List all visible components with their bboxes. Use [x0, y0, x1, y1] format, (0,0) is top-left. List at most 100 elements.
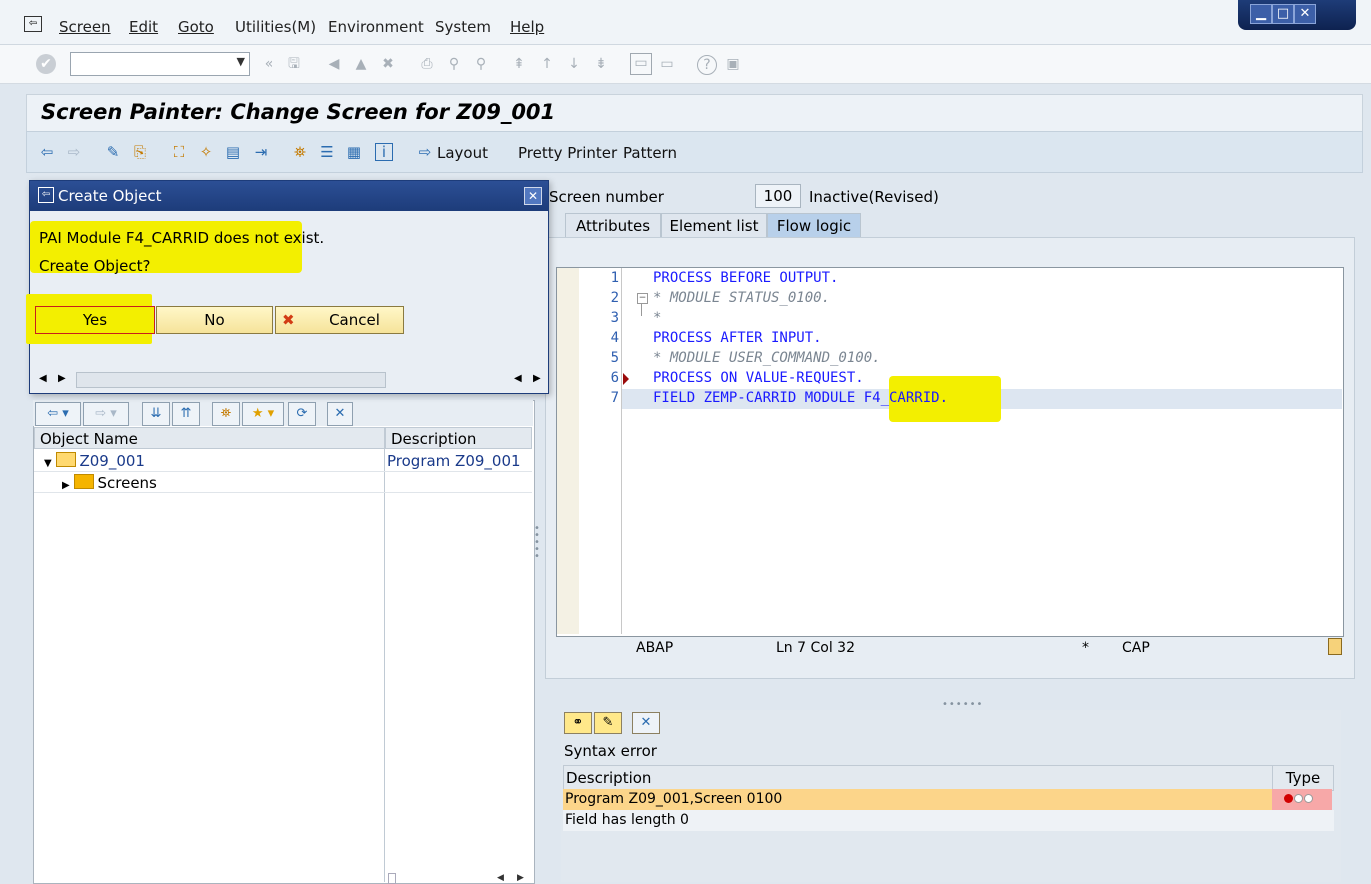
- find-next-icon[interactable]: ⚲: [472, 55, 490, 73]
- collapse-all-icon[interactable]: ⇈: [172, 402, 200, 426]
- close-tree-icon[interactable]: ✕: [327, 402, 353, 426]
- minimize-button[interactable]: ▁: [1250, 4, 1272, 24]
- forward-arrow-icon[interactable]: ⇨: [65, 143, 83, 161]
- exit-icon[interactable]: ▲: [352, 55, 370, 73]
- col-header-description[interactable]: Description: [563, 765, 1274, 791]
- prev-page-icon[interactable]: ↑: [538, 55, 556, 73]
- activate-icon[interactable]: ✧: [197, 143, 215, 161]
- test-icon[interactable]: ▤: [224, 143, 242, 161]
- layout-menu-icon[interactable]: ▣: [724, 55, 742, 73]
- favorites-icon[interactable]: ★ ▾: [242, 402, 284, 426]
- tree-back-icon[interactable]: ⇦ ▾: [35, 402, 81, 426]
- title-bar: Screen Painter: Change Screen for Z09_00…: [26, 94, 1363, 132]
- no-button[interactable]: No: [156, 306, 273, 334]
- scroll-left-icon[interactable]: ◀: [39, 373, 47, 384]
- layout-button[interactable]: Layout: [437, 144, 488, 162]
- code-editor[interactable]: [556, 267, 1344, 637]
- col-header-description[interactable]: Description: [385, 427, 532, 449]
- menu-edit[interactable]: Edit: [129, 18, 158, 36]
- shortcut-icon[interactable]: ▭: [658, 55, 676, 73]
- help-icon[interactable]: ?: [697, 55, 717, 75]
- refresh-icon[interactable]: ⟳: [288, 402, 316, 426]
- enter-icon[interactable]: ✔: [36, 54, 56, 74]
- next-page-icon[interactable]: ↓: [565, 55, 583, 73]
- menu-utilities[interactable]: Utilities(M): [235, 18, 316, 36]
- dialog-message: PAI Module F4_CARRID does not exist.: [39, 229, 325, 247]
- tab-flow-logic[interactable]: Flow logic: [767, 213, 861, 238]
- col-header-object-name[interactable]: Object Name: [34, 427, 385, 449]
- tab-attributes[interactable]: Attributes: [565, 213, 661, 238]
- find-icon[interactable]: ⚲: [445, 55, 463, 73]
- pattern-button[interactable]: Pattern: [623, 144, 677, 162]
- yes-button[interactable]: Yes: [35, 306, 155, 334]
- menu-icon[interactable]: ⇦: [24, 16, 42, 32]
- status-language: ABAP: [636, 640, 674, 656]
- cancel-button[interactable]: ✖ Cancel: [275, 306, 404, 334]
- info-icon[interactable]: i: [375, 143, 393, 161]
- menu-help[interactable]: Help: [510, 18, 544, 36]
- scrollbar-thumb[interactable]: [76, 372, 386, 388]
- command-field[interactable]: ▼: [70, 52, 250, 76]
- chevron-down-icon[interactable]: ▼: [237, 55, 245, 68]
- new-session-icon[interactable]: ▭: [630, 53, 652, 75]
- close-panel-icon[interactable]: ✕: [632, 712, 660, 734]
- column-divider: [384, 449, 385, 882]
- expanded-triangle-icon[interactable]: ▼: [44, 458, 52, 469]
- clipboard-icon[interactable]: [1328, 638, 1342, 655]
- col-header-type[interactable]: Type: [1272, 765, 1334, 791]
- status-caps: CAP: [1122, 640, 1150, 656]
- glasses-icon[interactable]: ⚭: [564, 712, 592, 734]
- scroll-right-icon[interactable]: ▶: [58, 373, 66, 384]
- print-icon[interactable]: ⎙: [418, 55, 436, 73]
- line-number: 2: [610, 290, 619, 306]
- back-icon[interactable]: ◀: [325, 55, 343, 73]
- collapsed-triangle-icon[interactable]: ▶: [62, 480, 70, 491]
- hierarchy-icon[interactable]: ⛯: [212, 402, 240, 426]
- double-left-icon: «: [264, 56, 274, 72]
- code-line: PROCESS AFTER INPUT.: [653, 330, 822, 346]
- expand-all-icon[interactable]: ⇊: [142, 402, 170, 426]
- save-icon[interactable]: 🖫: [285, 55, 303, 73]
- scrollbar-thumb[interactable]: [388, 873, 396, 884]
- where-used-icon[interactable]: ⇥: [252, 143, 270, 161]
- tab-element-list[interactable]: Element list: [661, 213, 767, 238]
- last-page-icon[interactable]: ⇟: [592, 55, 610, 73]
- close-window-button[interactable]: ✕: [1294, 4, 1316, 24]
- display-object-list-icon[interactable]: ▦: [345, 143, 363, 161]
- screen-status: Inactive(Revised): [809, 188, 939, 206]
- back-arrow-icon[interactable]: ⇦: [38, 143, 56, 161]
- create-object-dialog: ⇦ Create Object ✕ PAI Module F4_CARRID d…: [26, 180, 549, 394]
- tree-header: Object Name Description: [34, 427, 532, 449]
- object-list-icon[interactable]: ⛯: [291, 143, 309, 161]
- menu-screen[interactable]: Screen: [59, 18, 111, 36]
- screen-number-field[interactable]: 100: [755, 184, 801, 208]
- line-number: 3: [610, 310, 619, 326]
- scroll-right-icon[interactable]: ▶: [533, 373, 541, 384]
- tree-forward-icon[interactable]: ⇨ ▾: [83, 402, 129, 426]
- menu-system[interactable]: System: [435, 18, 491, 36]
- menu-goto[interactable]: Goto: [178, 18, 214, 36]
- check-icon[interactable]: ⛶: [170, 143, 188, 161]
- maximize-button[interactable]: □: [1272, 4, 1294, 24]
- splitter-handle[interactable]: ••••••: [942, 699, 983, 710]
- tree-node[interactable]: ▼ Z09_001: [44, 452, 145, 470]
- pretty-printer-button[interactable]: Pretty Printer: [518, 144, 617, 162]
- display-change-icon[interactable]: ✎: [104, 143, 122, 161]
- syntax-error-label: Syntax error: [564, 742, 657, 760]
- first-page-icon[interactable]: ⇞: [510, 55, 528, 73]
- scroll-left-icon[interactable]: ◀: [514, 373, 522, 384]
- table-row[interactable]: Field has length 0: [563, 810, 1334, 831]
- error-status-icon: [1272, 789, 1332, 810]
- dialog-scrollbar[interactable]: ◀ ▶ ◀ ▶: [36, 371, 542, 389]
- layout-arrow-icon[interactable]: ⇨: [416, 143, 434, 161]
- menu-environment[interactable]: Environment: [328, 18, 424, 36]
- navigation-window-icon[interactable]: ☰: [318, 143, 336, 161]
- table-row[interactable]: Program Z09_001,Screen 0100: [563, 789, 1272, 810]
- close-icon[interactable]: ✕: [524, 187, 542, 205]
- collapse-icon[interactable]: −: [637, 293, 648, 304]
- tree-node[interactable]: ▶ Screens: [62, 474, 157, 492]
- dialog-icon: ⇦: [38, 187, 54, 203]
- other-object-icon[interactable]: ⎘: [131, 143, 149, 161]
- cancel-icon[interactable]: ✖: [379, 55, 397, 73]
- pencil-icon[interactable]: ✎: [594, 712, 622, 734]
